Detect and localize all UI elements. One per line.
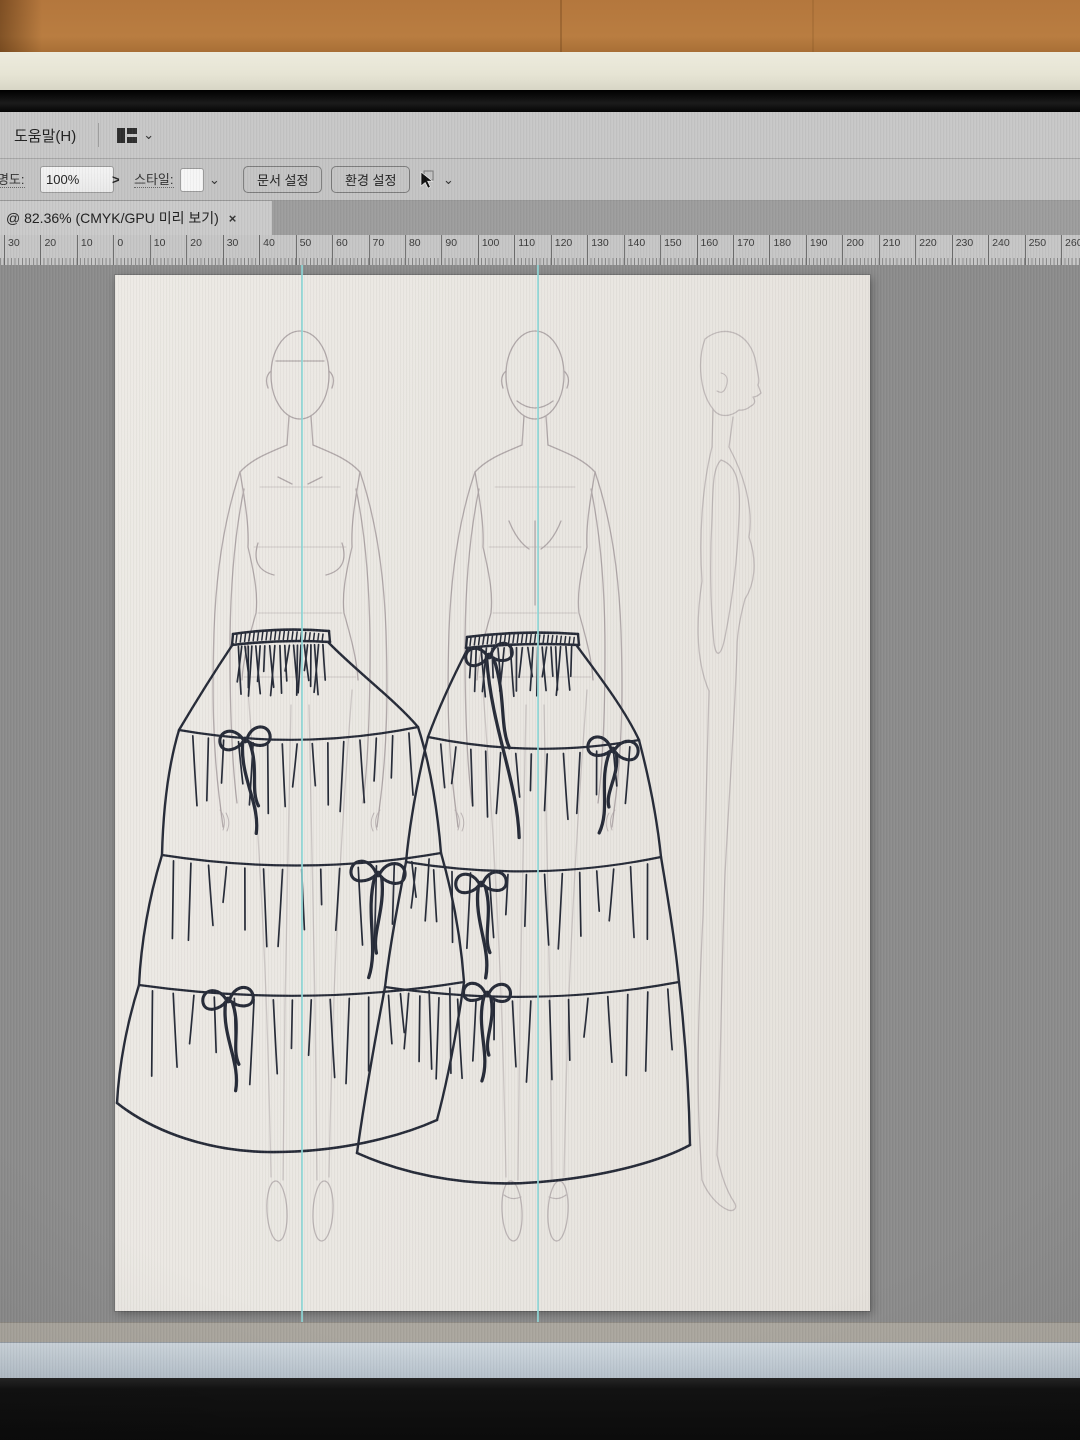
horizontal-ruler[interactable]: 3020100102030405060708090100110120130140… xyxy=(0,235,1080,266)
ruler-tick: 80 xyxy=(405,235,442,265)
opacity-input[interactable] xyxy=(40,166,114,193)
ruler-tick: 190 xyxy=(806,235,843,265)
fashion-flat-drawing xyxy=(115,275,870,1311)
ruler-tick: 230 xyxy=(952,235,989,265)
ruler-tick: 120 xyxy=(551,235,588,265)
monitor-bezel-bottom: LG xyxy=(0,1378,1080,1440)
ruler-tick: 200 xyxy=(842,235,879,265)
menu-bar: 도움말(H) ⌄ xyxy=(0,112,1080,159)
ruler-tick: 170 xyxy=(733,235,770,265)
ruler-tick: 90 xyxy=(441,235,478,265)
croquis-feet xyxy=(265,1181,334,1242)
croquis-legs xyxy=(483,690,587,1180)
illustrator-window: 도움말(H) ⌄ 투명도: > 스타일: ⌄ 문서 설정 환경 설정 ⌄ xyxy=(0,112,1080,1378)
ruler-tick: 260 xyxy=(1061,235,1080,265)
ruler-tick: 10 xyxy=(77,235,114,265)
ruler-tick: 40 xyxy=(259,235,296,265)
ruler-tick: 220 xyxy=(915,235,952,265)
style-label[interactable]: 스타일: xyxy=(134,172,174,188)
ruler-tick: 50 xyxy=(296,235,333,265)
close-icon[interactable]: × xyxy=(229,211,237,226)
mouse-cursor-icon xyxy=(420,170,434,189)
ruler-tick: 70 xyxy=(369,235,406,265)
ruler-tick: 140 xyxy=(624,235,661,265)
ruler-tick: 100 xyxy=(478,235,515,265)
ruler-tick: 130 xyxy=(587,235,624,265)
ruler-tick: 210 xyxy=(879,235,916,265)
croquis-legs xyxy=(248,690,352,1180)
document-setup-button[interactable]: 문서 설정 xyxy=(243,166,322,193)
ruler-tick: 0 xyxy=(113,235,150,265)
workspace-switcher-icon[interactable] xyxy=(117,128,137,143)
wall-panel-seam xyxy=(812,0,814,52)
document-tab[interactable]: @ 82.36% (CMYK/GPU 미리 보기) × xyxy=(0,201,272,235)
chevron-down-icon[interactable]: ⌄ xyxy=(143,127,154,143)
ruler-tick: 20 xyxy=(40,235,77,265)
canvas-pasteboard[interactable] xyxy=(0,265,1080,1325)
wall-ledge xyxy=(0,52,1080,90)
artboard[interactable] xyxy=(115,275,870,1311)
bottom-light-strip xyxy=(0,1342,1080,1379)
photo-of-monitor: 도움말(H) ⌄ 투명도: > 스타일: ⌄ 문서 설정 환경 설정 ⌄ xyxy=(0,0,1080,1440)
opacity-label[interactable]: 투명도: xyxy=(0,172,25,188)
drawstring-bow xyxy=(455,871,513,979)
wall-shadow xyxy=(0,0,42,52)
drawstring-bow xyxy=(202,987,263,1094)
chevron-down-icon[interactable]: ⌄ xyxy=(443,172,454,188)
guide-line xyxy=(301,265,303,1325)
tab-bar: @ 82.36% (CMYK/GPU 미리 보기) × xyxy=(0,201,1080,235)
ruler-tick: 180 xyxy=(769,235,806,265)
ruler-tick: 250 xyxy=(1025,235,1062,265)
menu-help[interactable]: 도움말(H) xyxy=(0,125,90,146)
menu-separator xyxy=(98,123,99,147)
ruler-tick: 30 xyxy=(223,235,260,265)
opacity-expand-button[interactable]: > xyxy=(112,172,120,187)
ruler-tick: 30 xyxy=(4,235,41,265)
croquis-front xyxy=(213,331,387,1241)
wall-panel-seam xyxy=(560,0,562,52)
ruler-tick: 110 xyxy=(514,235,551,265)
preferences-button[interactable]: 환경 설정 xyxy=(331,166,410,193)
scrollbar-strip[interactable] xyxy=(0,1322,1080,1343)
monitor-bezel-top xyxy=(0,90,1080,112)
chevron-down-icon[interactable]: ⌄ xyxy=(209,172,220,188)
ruler-tick: 60 xyxy=(332,235,369,265)
ruler-tick: 240 xyxy=(988,235,1025,265)
control-bar: 투명도: > 스타일: ⌄ 문서 설정 환경 설정 ⌄ xyxy=(0,159,1080,201)
document-tab-title: @ 82.36% (CMYK/GPU 미리 보기) xyxy=(0,208,219,228)
guide-line xyxy=(537,265,539,1325)
ruler-tick: 20 xyxy=(186,235,223,265)
croquis-side xyxy=(698,331,761,1210)
wall xyxy=(0,0,1080,52)
croquis-feet xyxy=(500,1181,569,1242)
ruler-tick: 160 xyxy=(697,235,734,265)
ruler-tick: 150 xyxy=(660,235,697,265)
ruler-tick: 10 xyxy=(150,235,187,265)
style-swatch[interactable] xyxy=(180,168,204,192)
